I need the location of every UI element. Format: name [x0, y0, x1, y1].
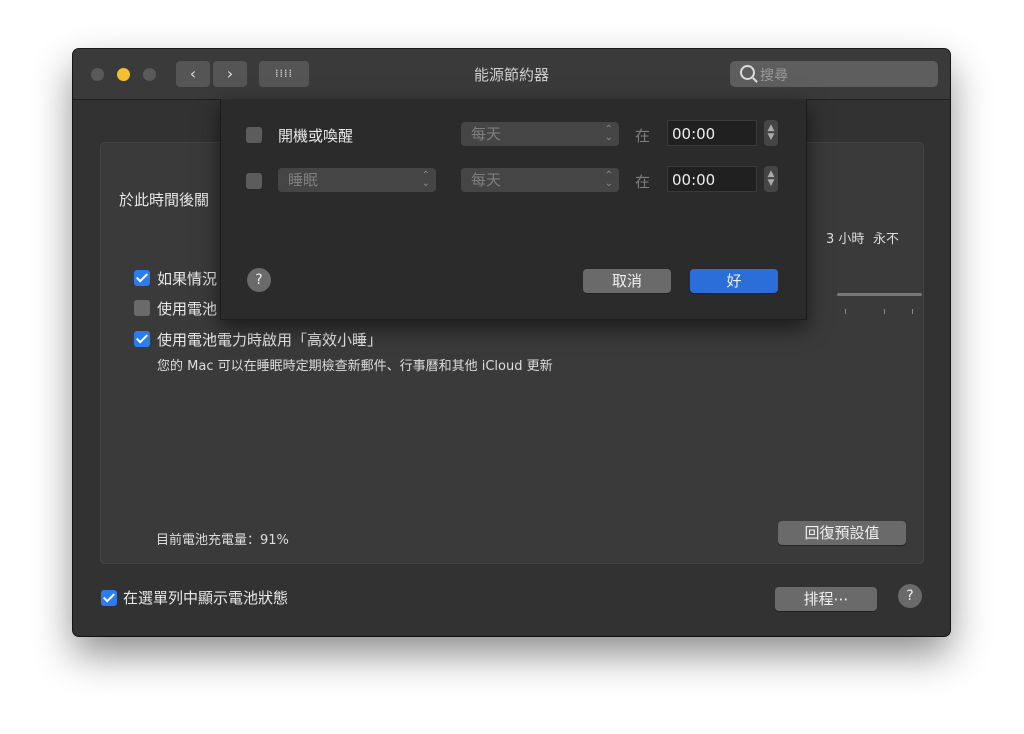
- cancel-button[interactable]: 取消: [583, 269, 671, 293]
- slider-tick: [845, 309, 846, 314]
- search-icon: [740, 65, 755, 80]
- option-label-1: 如果情況: [157, 270, 218, 288]
- startup-wake-label: 開機或喚醒: [278, 127, 354, 145]
- sleep-time-field[interactable]: 00:00: [667, 166, 757, 192]
- option-checkbox-2[interactable]: [134, 300, 150, 316]
- sleep-frequency-popup[interactable]: 每天 ⌃ ⌄: [461, 168, 619, 192]
- search-placeholder: 搜尋: [760, 68, 788, 84]
- sleep-time-stepper[interactable]: ▲ ▼: [764, 166, 778, 192]
- startup-frequency-popup[interactable]: 每天 ⌃ ⌄: [461, 122, 619, 146]
- startup-time-field[interactable]: 00:00: [667, 120, 757, 146]
- updown-chevron-icon: ⌃ ⌄: [604, 170, 613, 189]
- schedule-sheet: 開機或喚醒 每天 ⌃ ⌄ 在 00:00 ▲ ▼ 睡眠 ⌃ ⌄ 每天 ⌃ ⌄ 在 00:…: [220, 99, 807, 320]
- slider-tick: [884, 309, 885, 314]
- search-field[interactable]: 搜尋: [730, 61, 938, 87]
- slider-label-3-hours: 3 小時: [826, 232, 865, 247]
- sleep-action-value: 睡眠: [288, 171, 319, 189]
- power-nap-description: 您的 Mac 可以在睡眠時定期檢查新郵件、行事曆和其他 iCloud 更新: [157, 359, 553, 374]
- sleep-frequency-value: 每天: [471, 171, 502, 189]
- sleep-at-label: 在: [635, 173, 651, 191]
- updown-chevron-icon: ⌃ ⌄: [421, 170, 430, 189]
- slider-tick: [912, 309, 913, 314]
- sheet-help-button[interactable]: ?: [247, 268, 271, 292]
- option-checkbox-1[interactable]: [134, 270, 150, 286]
- startup-time-stepper[interactable]: ▲ ▼: [764, 120, 778, 146]
- updown-chevron-icon: ⌃ ⌄: [604, 124, 613, 143]
- ok-button[interactable]: 好: [690, 269, 778, 293]
- startup-at-label: 在: [635, 127, 651, 145]
- battery-status-text: 目前電池充電量：91%: [156, 533, 289, 548]
- option-label-2: 使用電池: [157, 300, 218, 318]
- restore-defaults-button[interactable]: 回復預設值: [778, 521, 906, 545]
- sleep-action-popup[interactable]: 睡眠 ⌃ ⌄: [278, 168, 436, 192]
- startup-wake-checkbox[interactable]: [246, 127, 262, 143]
- startup-frequency-value: 每天: [471, 125, 502, 143]
- display-sleep-slider[interactable]: [837, 293, 922, 296]
- sleep-checkbox[interactable]: [246, 173, 262, 189]
- energy-saver-window: ‹ › ⁞⁞⁞⁞ 能源節約器 搜尋 於此時間後關 3 小時 永不 如果情況 使用…: [73, 49, 950, 636]
- show-battery-status-checkbox[interactable]: [101, 590, 117, 606]
- help-button[interactable]: ?: [898, 584, 922, 608]
- turn-display-off-label: 於此時間後關: [119, 191, 210, 209]
- show-battery-status-label: 在選單列中顯示電池狀態: [123, 589, 289, 607]
- power-nap-label: 使用電池電力時啟用「高效小睡」: [157, 331, 383, 349]
- power-nap-checkbox[interactable]: [134, 331, 150, 347]
- schedule-button[interactable]: 排程⋯: [775, 587, 877, 611]
- title-bar: ‹ › ⁞⁞⁞⁞ 能源節約器 搜尋: [73, 49, 950, 100]
- slider-label-never: 永不: [873, 232, 900, 247]
